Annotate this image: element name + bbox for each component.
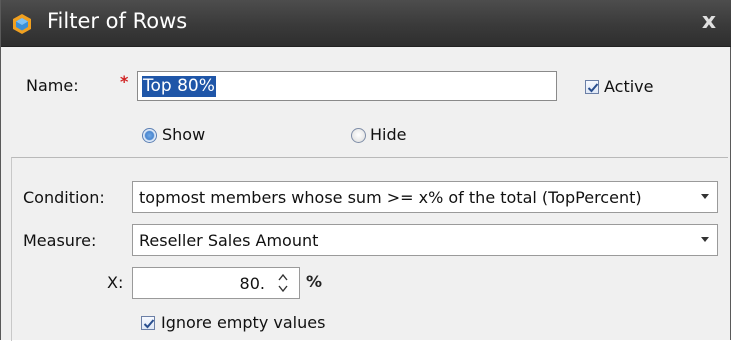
- close-button[interactable]: x: [696, 8, 722, 36]
- condition-dropdown[interactable]: topmost members whose sum >= x% of the t…: [132, 181, 718, 213]
- name-input[interactable]: Top 80%: [137, 71, 557, 101]
- name-label: Name:: [26, 76, 79, 95]
- required-marker: *: [120, 72, 129, 91]
- ignore-empty-checkbox[interactable]: [141, 316, 155, 330]
- measure-label: Measure:: [23, 231, 97, 250]
- show-radio[interactable]: [142, 128, 157, 143]
- active-checkbox[interactable]: [585, 80, 599, 94]
- measure-value: Reseller Sales Amount: [139, 231, 319, 250]
- title-bar[interactable]: Filter of Rows x: [1, 0, 731, 47]
- chevron-down-icon: [701, 194, 709, 199]
- condition-label: Condition:: [23, 188, 105, 207]
- show-label: Show: [162, 125, 206, 144]
- checkmark-icon: [143, 319, 155, 329]
- active-label: Active: [604, 77, 654, 96]
- ignore-empty-label: Ignore empty values: [161, 313, 326, 332]
- app-cube-icon: [13, 14, 31, 34]
- x-value-stepper[interactable]: 80.: [132, 267, 300, 299]
- x-unit: %: [306, 272, 323, 291]
- condition-value: topmost members whose sum >= x% of the t…: [139, 188, 642, 207]
- spinner-arrows-icon[interactable]: [277, 272, 289, 294]
- name-input-value: Top 80%: [142, 76, 216, 97]
- x-value: 80.: [239, 274, 265, 293]
- x-label: X:: [107, 273, 124, 292]
- hide-radio[interactable]: [351, 128, 366, 143]
- measure-dropdown[interactable]: Reseller Sales Amount: [132, 224, 718, 256]
- chevron-down-icon: [701, 237, 709, 242]
- checkmark-icon: [587, 83, 599, 93]
- hide-label: Hide: [370, 125, 407, 144]
- filter-dialog: Filter of Rows x Name: * Top 80% Active …: [0, 0, 731, 341]
- dialog-title: Filter of Rows: [47, 9, 188, 33]
